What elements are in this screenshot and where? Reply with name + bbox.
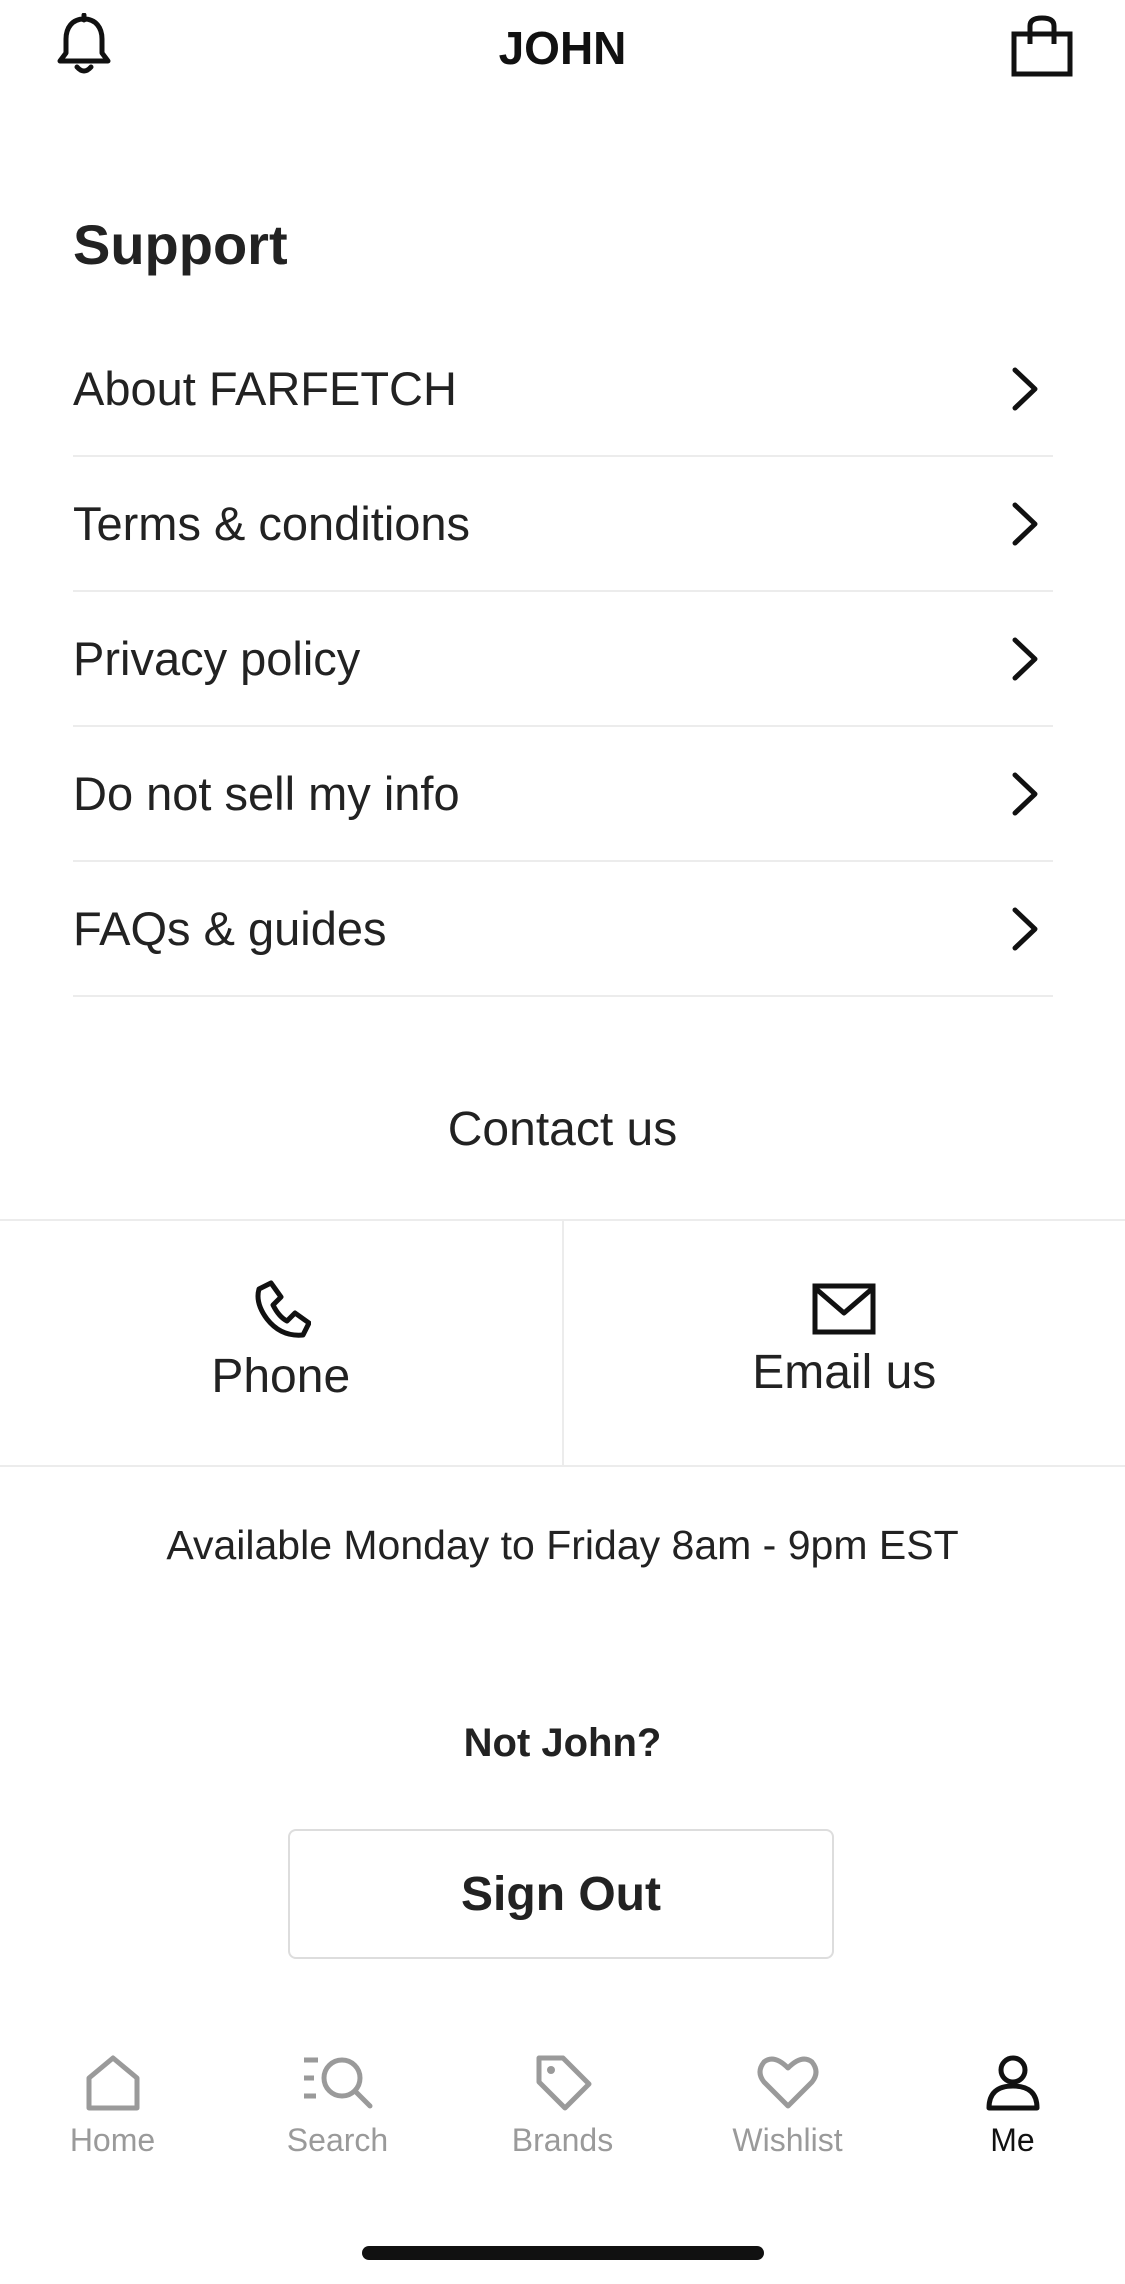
chevron-right-icon (1012, 502, 1038, 545)
heart-icon (757, 2056, 818, 2109)
search-icon (303, 2057, 372, 2109)
menu-item-label: About FARFETCH (73, 361, 457, 415)
tab-label: Me (990, 2122, 1035, 2158)
menu-item-label: Do not sell my info (73, 766, 460, 820)
shopping-bag-icon (1011, 15, 1073, 77)
menu-item-terms[interactable]: Terms & conditions (73, 457, 1053, 592)
chevron-right-icon (1012, 637, 1038, 680)
chevron-right-icon (1012, 772, 1038, 815)
tab-label: Wishlist (732, 2122, 843, 2158)
person-icon (986, 2055, 1039, 2111)
tab-home[interactable]: Home (0, 2040, 225, 2200)
contact-options: Phone Email us (0, 1219, 1125, 1467)
availability-text: Available Monday to Friday 8am - 9pm EST (166, 1522, 959, 1568)
tab-me[interactable]: Me (900, 2040, 1125, 2200)
home-icon (86, 2055, 139, 2111)
email-us-button[interactable]: Email us (561, 1221, 1125, 1465)
chevron-right-icon (1012, 907, 1038, 950)
contact-title: Contact us (447, 1103, 678, 1156)
tab-brands[interactable]: Brands (450, 2040, 675, 2200)
menu-item-label: Terms & conditions (73, 496, 471, 550)
support-section-title: Support (73, 213, 288, 276)
sign-out-button[interactable]: Sign Out (288, 1829, 834, 1959)
menu-item-faqs[interactable]: FAQs & guides (73, 862, 1053, 997)
phone-icon (255, 1280, 311, 1338)
tab-search[interactable]: Search (225, 2040, 450, 2200)
tab-label: Brands (511, 2122, 614, 2158)
phone-button[interactable]: Phone (0, 1221, 562, 1465)
tab-wishlist[interactable]: Wishlist (675, 2040, 900, 2200)
header-title: JOHN (498, 22, 627, 74)
menu-item-privacy[interactable]: Privacy policy (73, 592, 1053, 727)
tab-label: Home (69, 2122, 156, 2158)
tab-bar: Home Search Brands Wishlist Me (0, 2040, 1125, 2200)
phone-label: Phone (211, 1350, 351, 1403)
menu-item-do-not-sell[interactable]: Do not sell my info (73, 727, 1053, 862)
support-menu: About FARFETCH Terms & conditions Privac… (73, 322, 1053, 997)
tag-icon (536, 2055, 591, 2111)
home-indicator (362, 2246, 764, 2260)
envelope-icon (812, 1283, 876, 1335)
chevron-right-icon (1012, 367, 1038, 410)
tab-label: Search (286, 2122, 389, 2158)
not-user-text: Not John? (463, 1721, 662, 1765)
email-us-label: Email us (752, 1346, 937, 1399)
menu-item-label: FAQs & guides (73, 901, 387, 955)
menu-item-label: Privacy policy (73, 631, 361, 685)
shopping-bag-button[interactable] (1004, 10, 1080, 82)
menu-item-about[interactable]: About FARFETCH (73, 322, 1053, 457)
